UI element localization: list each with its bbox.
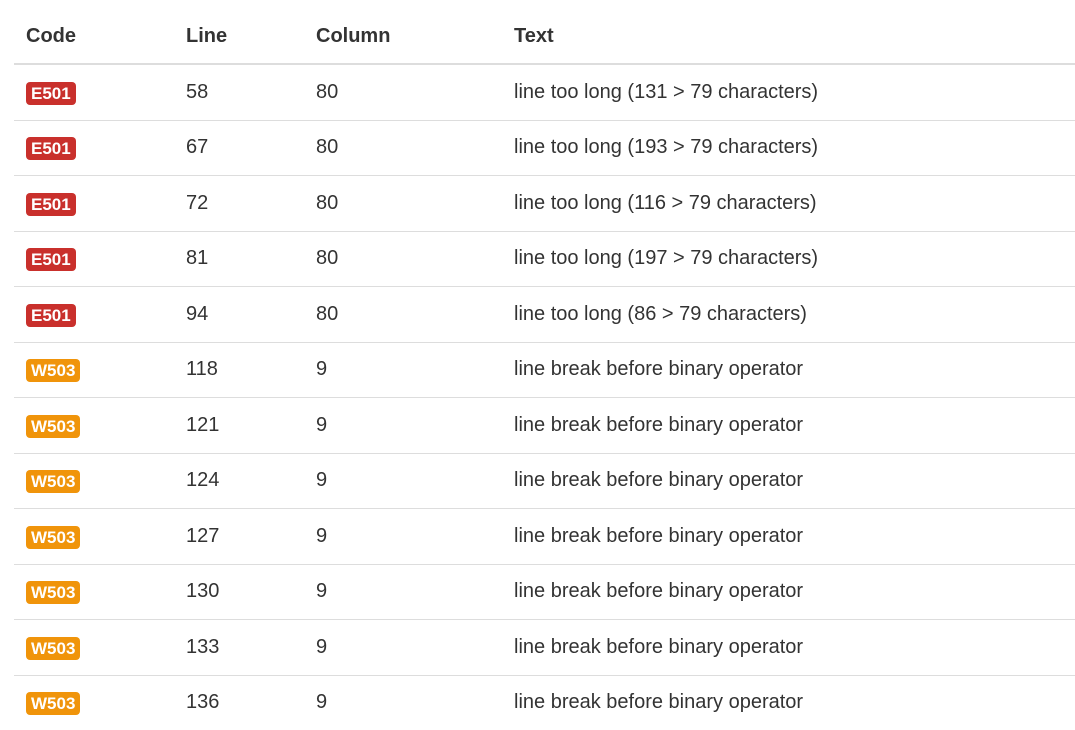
- header-column: Column: [304, 9, 502, 65]
- table-row: E501 72 80 line too long (116 > 79 characte…: [14, 175, 1075, 231]
- message-cell: line break before binary operator: [502, 452, 1075, 509]
- warning-code-badge: W503: [26, 470, 81, 494]
- error-code-badge: E501: [26, 248, 76, 272]
- message-cell: line break before binary operator: [502, 563, 1075, 620]
- code-cell: E501: [14, 230, 174, 287]
- table-row: W503 124 9 line break before binary operato…: [14, 452, 1075, 509]
- code-cell: W503: [14, 563, 174, 620]
- code-cell: E501: [14, 119, 174, 176]
- header-code: Code: [14, 9, 174, 65]
- warning-code-badge: W503: [26, 581, 81, 605]
- line-cell: 133: [174, 619, 304, 675]
- table-row: W503 130 9 line break before binary operato…: [14, 563, 1075, 620]
- column-cell: 80: [304, 119, 502, 176]
- table-row: W503 127 9 line break before binary operato…: [14, 508, 1075, 564]
- column-cell: 80: [304, 286, 502, 342]
- warning-code-badge: W503: [26, 636, 81, 660]
- warning-code-badge: W503: [26, 414, 81, 438]
- column-cell: 9: [304, 563, 502, 620]
- line-cell: 136: [174, 674, 304, 730]
- column-cell: 9: [304, 508, 502, 564]
- code-cell: W503: [14, 674, 174, 730]
- column-cell: 9: [304, 619, 502, 675]
- message-cell: line break before binary operator: [502, 619, 1075, 675]
- column-cell: 9: [304, 674, 502, 730]
- message-cell: line too long (197 > 79 characters): [502, 230, 1075, 287]
- message-cell: line too long (193 > 79 characters): [502, 119, 1075, 176]
- line-cell: 67: [174, 119, 304, 176]
- line-cell: 127: [174, 508, 304, 564]
- code-cell: W503: [14, 508, 174, 564]
- table-row: W503 133 9 line break before binary operato…: [14, 619, 1075, 675]
- message-cell: line break before binary operator: [502, 397, 1075, 453]
- line-cell: 130: [174, 563, 304, 620]
- column-cell: 80: [304, 230, 502, 287]
- code-cell: W503: [14, 397, 174, 453]
- code-cell: E501: [14, 286, 174, 342]
- header-line: Line: [174, 9, 304, 65]
- warning-code-badge: W503: [26, 525, 81, 549]
- line-cell: 124: [174, 452, 304, 509]
- message-cell: line too long (131 > 79 characters): [514, 80, 819, 103]
- message-cell: line break before binary operator: [502, 674, 1075, 730]
- lint-results-table: Code Line Column Text E501 58 80 line too l…: [14, 9, 1075, 730]
- line-cell: 81: [174, 230, 304, 287]
- table-row: E501 67 80 line too long (193 > 79 characte…: [14, 119, 1075, 176]
- table-row: W503 121 9 line break before binary operato…: [14, 397, 1075, 453]
- table-body: E501 58 80 line too long (131 > 79 characte…: [14, 64, 1075, 730]
- message-cell: line too long (86 > 79 characters): [502, 286, 1075, 342]
- error-code-badge: E501: [26, 81, 76, 105]
- message-cell: line break before binary operator: [502, 508, 1075, 564]
- error-code-badge: E501: [26, 137, 76, 161]
- error-code-badge: E501: [26, 303, 76, 327]
- message-cell: line too long (116 > 79 characters): [502, 175, 1075, 231]
- code-cell: W503: [14, 452, 174, 509]
- column-cell: 9: [304, 452, 502, 509]
- error-code-badge: E501: [26, 192, 76, 216]
- table-header: Code Line Column Text: [14, 9, 1075, 65]
- header-text: Text: [502, 9, 1075, 65]
- line-cell: 94: [174, 286, 304, 342]
- line-cell: 72: [174, 175, 304, 231]
- message-cell: line break before binary operator: [502, 341, 1075, 398]
- column-cell: 80: [304, 175, 502, 231]
- code-cell: E501: [14, 64, 174, 120]
- line-cell: 121: [174, 397, 304, 453]
- table-row: W503 118 9 line break before binary operato…: [14, 341, 1075, 398]
- code-cell: E501: [14, 175, 174, 231]
- table-row: E501 94 80 line too long (86 > 79 character…: [14, 286, 1075, 342]
- table-row: W503 136 9 line break before binary operato…: [14, 674, 1075, 730]
- line-cell: 58: [186, 80, 209, 103]
- column-cell: 9: [304, 341, 502, 398]
- column-cell: 9: [304, 397, 502, 453]
- warning-code-badge: W503: [26, 359, 81, 383]
- warning-code-badge: W503: [26, 692, 81, 716]
- column-cell: 80: [316, 80, 339, 103]
- code-cell: W503: [14, 619, 174, 675]
- table-row: E501 81 80 line too long (197 > 79 characte…: [14, 230, 1075, 287]
- table-row: E501 58 80 line too long (131 > 79 characte…: [14, 64, 1075, 120]
- header-row: Code Line Column Text: [14, 9, 1075, 65]
- line-cell: 118: [174, 341, 304, 398]
- code-cell: W503: [14, 341, 174, 398]
